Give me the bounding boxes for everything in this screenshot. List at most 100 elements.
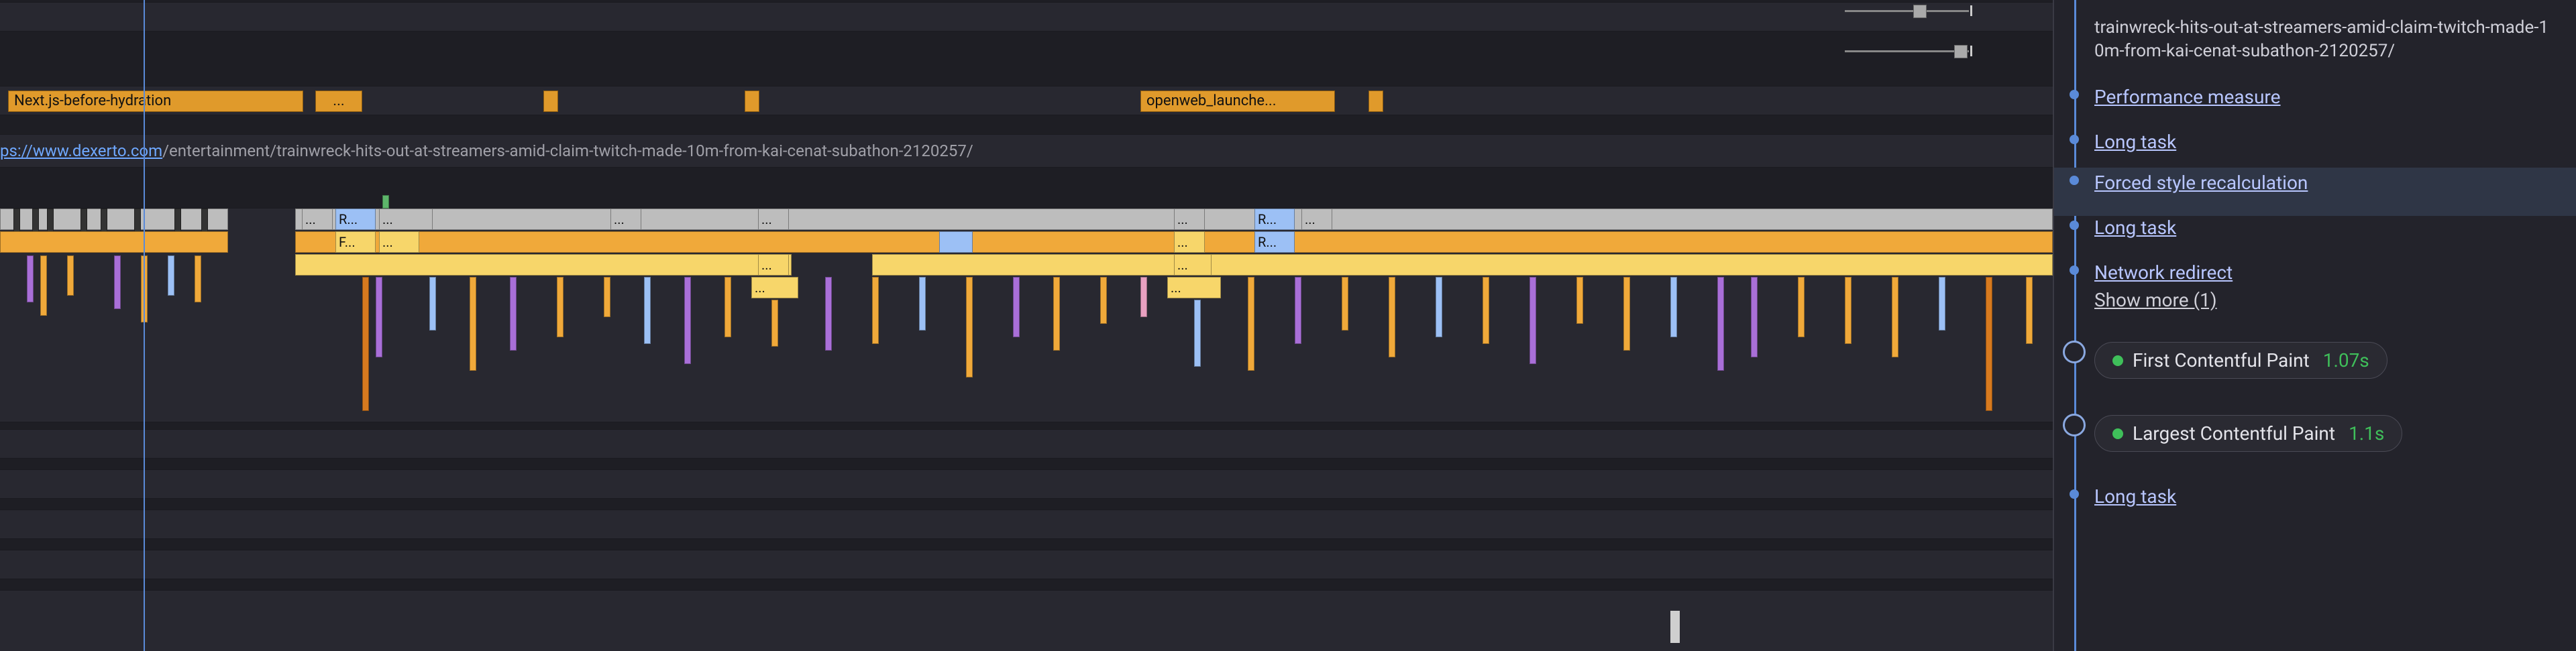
stack-frame[interactable] bbox=[1436, 277, 1442, 337]
frame-cell[interactable]: R... bbox=[1254, 231, 1295, 253]
frame-cell[interactable]: F... bbox=[335, 231, 376, 253]
frame-cell[interactable]: R... bbox=[335, 209, 376, 230]
slider-thumb[interactable] bbox=[1913, 5, 1927, 18]
stack-frame[interactable] bbox=[1389, 277, 1395, 357]
track-row[interactable] bbox=[0, 510, 2053, 539]
frame-cell[interactable]: ... bbox=[751, 277, 798, 298]
insight-link[interactable]: Long task bbox=[2094, 485, 2176, 508]
flame-area[interactable]: ... R... ... ... ... ... R... ... F... .… bbox=[0, 209, 2053, 422]
stack-frame[interactable] bbox=[604, 277, 610, 317]
marker-next-before-hydration[interactable]: Next.js-before-hydration bbox=[8, 91, 303, 112]
insight-link[interactable]: Network redirect bbox=[2094, 261, 2233, 284]
insight-item-performance-measure[interactable]: Performance measure bbox=[2094, 86, 2552, 108]
metric-fcp[interactable]: First Contentful Paint 1.07s bbox=[2094, 342, 2552, 379]
stack-frame[interactable] bbox=[919, 277, 926, 331]
stack-frame[interactable] bbox=[1939, 277, 1945, 331]
insight-item-long-task[interactable]: Long task bbox=[2094, 485, 2552, 508]
stack-frame[interactable] bbox=[376, 277, 382, 357]
stack-frame[interactable] bbox=[1342, 277, 1348, 331]
timings-track[interactable] bbox=[0, 2, 2053, 32]
metric-pill[interactable]: First Contentful Paint 1.07s bbox=[2094, 342, 2387, 379]
stack-frame[interactable] bbox=[1053, 277, 1060, 351]
stack-frame[interactable] bbox=[872, 277, 879, 344]
insight-link[interactable]: Long task bbox=[2094, 217, 2176, 239]
stack-frame[interactable] bbox=[1751, 277, 1758, 357]
stack-frame[interactable] bbox=[1194, 300, 1201, 367]
insight-item-long-task[interactable]: Long task bbox=[2094, 131, 2552, 153]
frame-cell[interactable]: ... bbox=[379, 209, 433, 230]
stack-frame[interactable] bbox=[168, 255, 174, 296]
frame-cell[interactable]: ... bbox=[1174, 254, 1212, 276]
frame-row[interactable] bbox=[295, 254, 792, 276]
stack-frame[interactable] bbox=[470, 277, 476, 371]
playhead[interactable] bbox=[144, 0, 145, 651]
stack-frame[interactable] bbox=[40, 255, 47, 316]
stack-frame[interactable] bbox=[1717, 277, 1724, 371]
insight-link[interactable]: Forced style recalculation bbox=[2094, 172, 2308, 194]
stack-frame[interactable] bbox=[362, 277, 369, 411]
stack-frame[interactable] bbox=[825, 277, 832, 351]
frame-cell[interactable]: ... bbox=[379, 231, 419, 253]
stack-frame[interactable] bbox=[724, 277, 731, 337]
stack-frame[interactable] bbox=[114, 255, 121, 309]
frame-cell[interactable]: ... bbox=[758, 254, 789, 276]
frame-cell[interactable] bbox=[939, 231, 973, 253]
stack-frame[interactable] bbox=[1529, 277, 1536, 364]
stack-frame[interactable] bbox=[1140, 277, 1147, 317]
stack-frame[interactable] bbox=[27, 255, 34, 302]
track-row[interactable] bbox=[0, 469, 2053, 499]
frame-cell[interactable]: ... bbox=[610, 209, 641, 230]
frame-cell[interactable]: ... bbox=[1174, 209, 1205, 230]
stack-frame[interactable] bbox=[1483, 277, 1489, 344]
stack-frame[interactable] bbox=[1576, 277, 1583, 324]
stack-frame[interactable] bbox=[1670, 277, 1677, 337]
stack-frame[interactable] bbox=[771, 300, 778, 347]
track-row[interactable] bbox=[0, 429, 2053, 459]
stack-frame[interactable] bbox=[429, 277, 436, 331]
range-slider-1[interactable] bbox=[1845, 7, 1972, 15]
track-row[interactable] bbox=[0, 550, 2053, 579]
frame-row[interactable] bbox=[0, 231, 228, 253]
marker-tick[interactable] bbox=[1670, 611, 1680, 643]
marker-tick[interactable] bbox=[745, 91, 759, 112]
stack-frame[interactable] bbox=[684, 277, 691, 364]
gc-marker[interactable] bbox=[382, 195, 389, 209]
main-thread-track[interactable]: ... R... ... ... ... ... R... ... F... .… bbox=[0, 208, 2053, 422]
insight-link[interactable]: Performance measure bbox=[2094, 86, 2281, 108]
stack-frame[interactable] bbox=[1623, 277, 1630, 351]
stack-frame[interactable] bbox=[1798, 277, 1805, 337]
marker-ellipsis[interactable]: ... bbox=[315, 91, 362, 112]
frame-cell[interactable]: ... bbox=[1174, 231, 1205, 253]
stack-frame[interactable] bbox=[1248, 277, 1254, 371]
user-timing-track[interactable]: Next.js-before-hydration ... openweb_lau… bbox=[0, 86, 2053, 115]
track-row[interactable] bbox=[0, 590, 2053, 651]
stack-frame[interactable] bbox=[644, 277, 651, 344]
frame-cell[interactable]: ... bbox=[758, 209, 789, 230]
stack-frame[interactable] bbox=[1986, 277, 1992, 411]
marker-tick[interactable] bbox=[543, 91, 558, 112]
stack-frame[interactable] bbox=[2026, 277, 2033, 344]
metric-lcp[interactable]: Largest Contentful Paint 1.1s bbox=[2094, 415, 2552, 452]
insights-sidebar[interactable]: trainwreck-hits-out-at-streamers-amid-cl… bbox=[2053, 0, 2576, 651]
marker-openweb-launcher[interactable]: openweb_launche... bbox=[1140, 91, 1335, 112]
range-slider-2[interactable] bbox=[1845, 47, 1972, 55]
stack-frame[interactable] bbox=[1295, 277, 1301, 344]
frame-row[interactable] bbox=[872, 254, 2053, 276]
show-more-label[interactable]: Show more (1) bbox=[2094, 289, 2217, 311]
show-more-link[interactable]: Show more (1) bbox=[2094, 289, 2552, 311]
stack-frame[interactable] bbox=[510, 277, 517, 351]
metric-pill[interactable]: Largest Contentful Paint 1.1s bbox=[2094, 415, 2402, 452]
frame-cell[interactable]: ... bbox=[1301, 209, 1332, 230]
insight-item-forced-style-recalculation[interactable]: Forced style recalculation bbox=[2094, 172, 2552, 194]
stack-frame[interactable] bbox=[557, 277, 564, 337]
insight-link[interactable]: Long task bbox=[2094, 131, 2176, 153]
stack-frame[interactable] bbox=[1892, 277, 1898, 357]
stack-frame[interactable] bbox=[1100, 277, 1107, 324]
stack-frame[interactable] bbox=[195, 255, 201, 302]
insight-item-network-redirect[interactable]: Network redirect bbox=[2094, 261, 2552, 284]
frame-cell[interactable]: ... bbox=[302, 209, 333, 230]
stack-frame[interactable] bbox=[966, 277, 973, 377]
flamegraph-panel[interactable]: Next.js-before-hydration ... openweb_lau… bbox=[0, 0, 2053, 651]
insight-item-long-task[interactable]: Long task bbox=[2094, 217, 2552, 239]
stack-frame[interactable] bbox=[1013, 277, 1020, 337]
